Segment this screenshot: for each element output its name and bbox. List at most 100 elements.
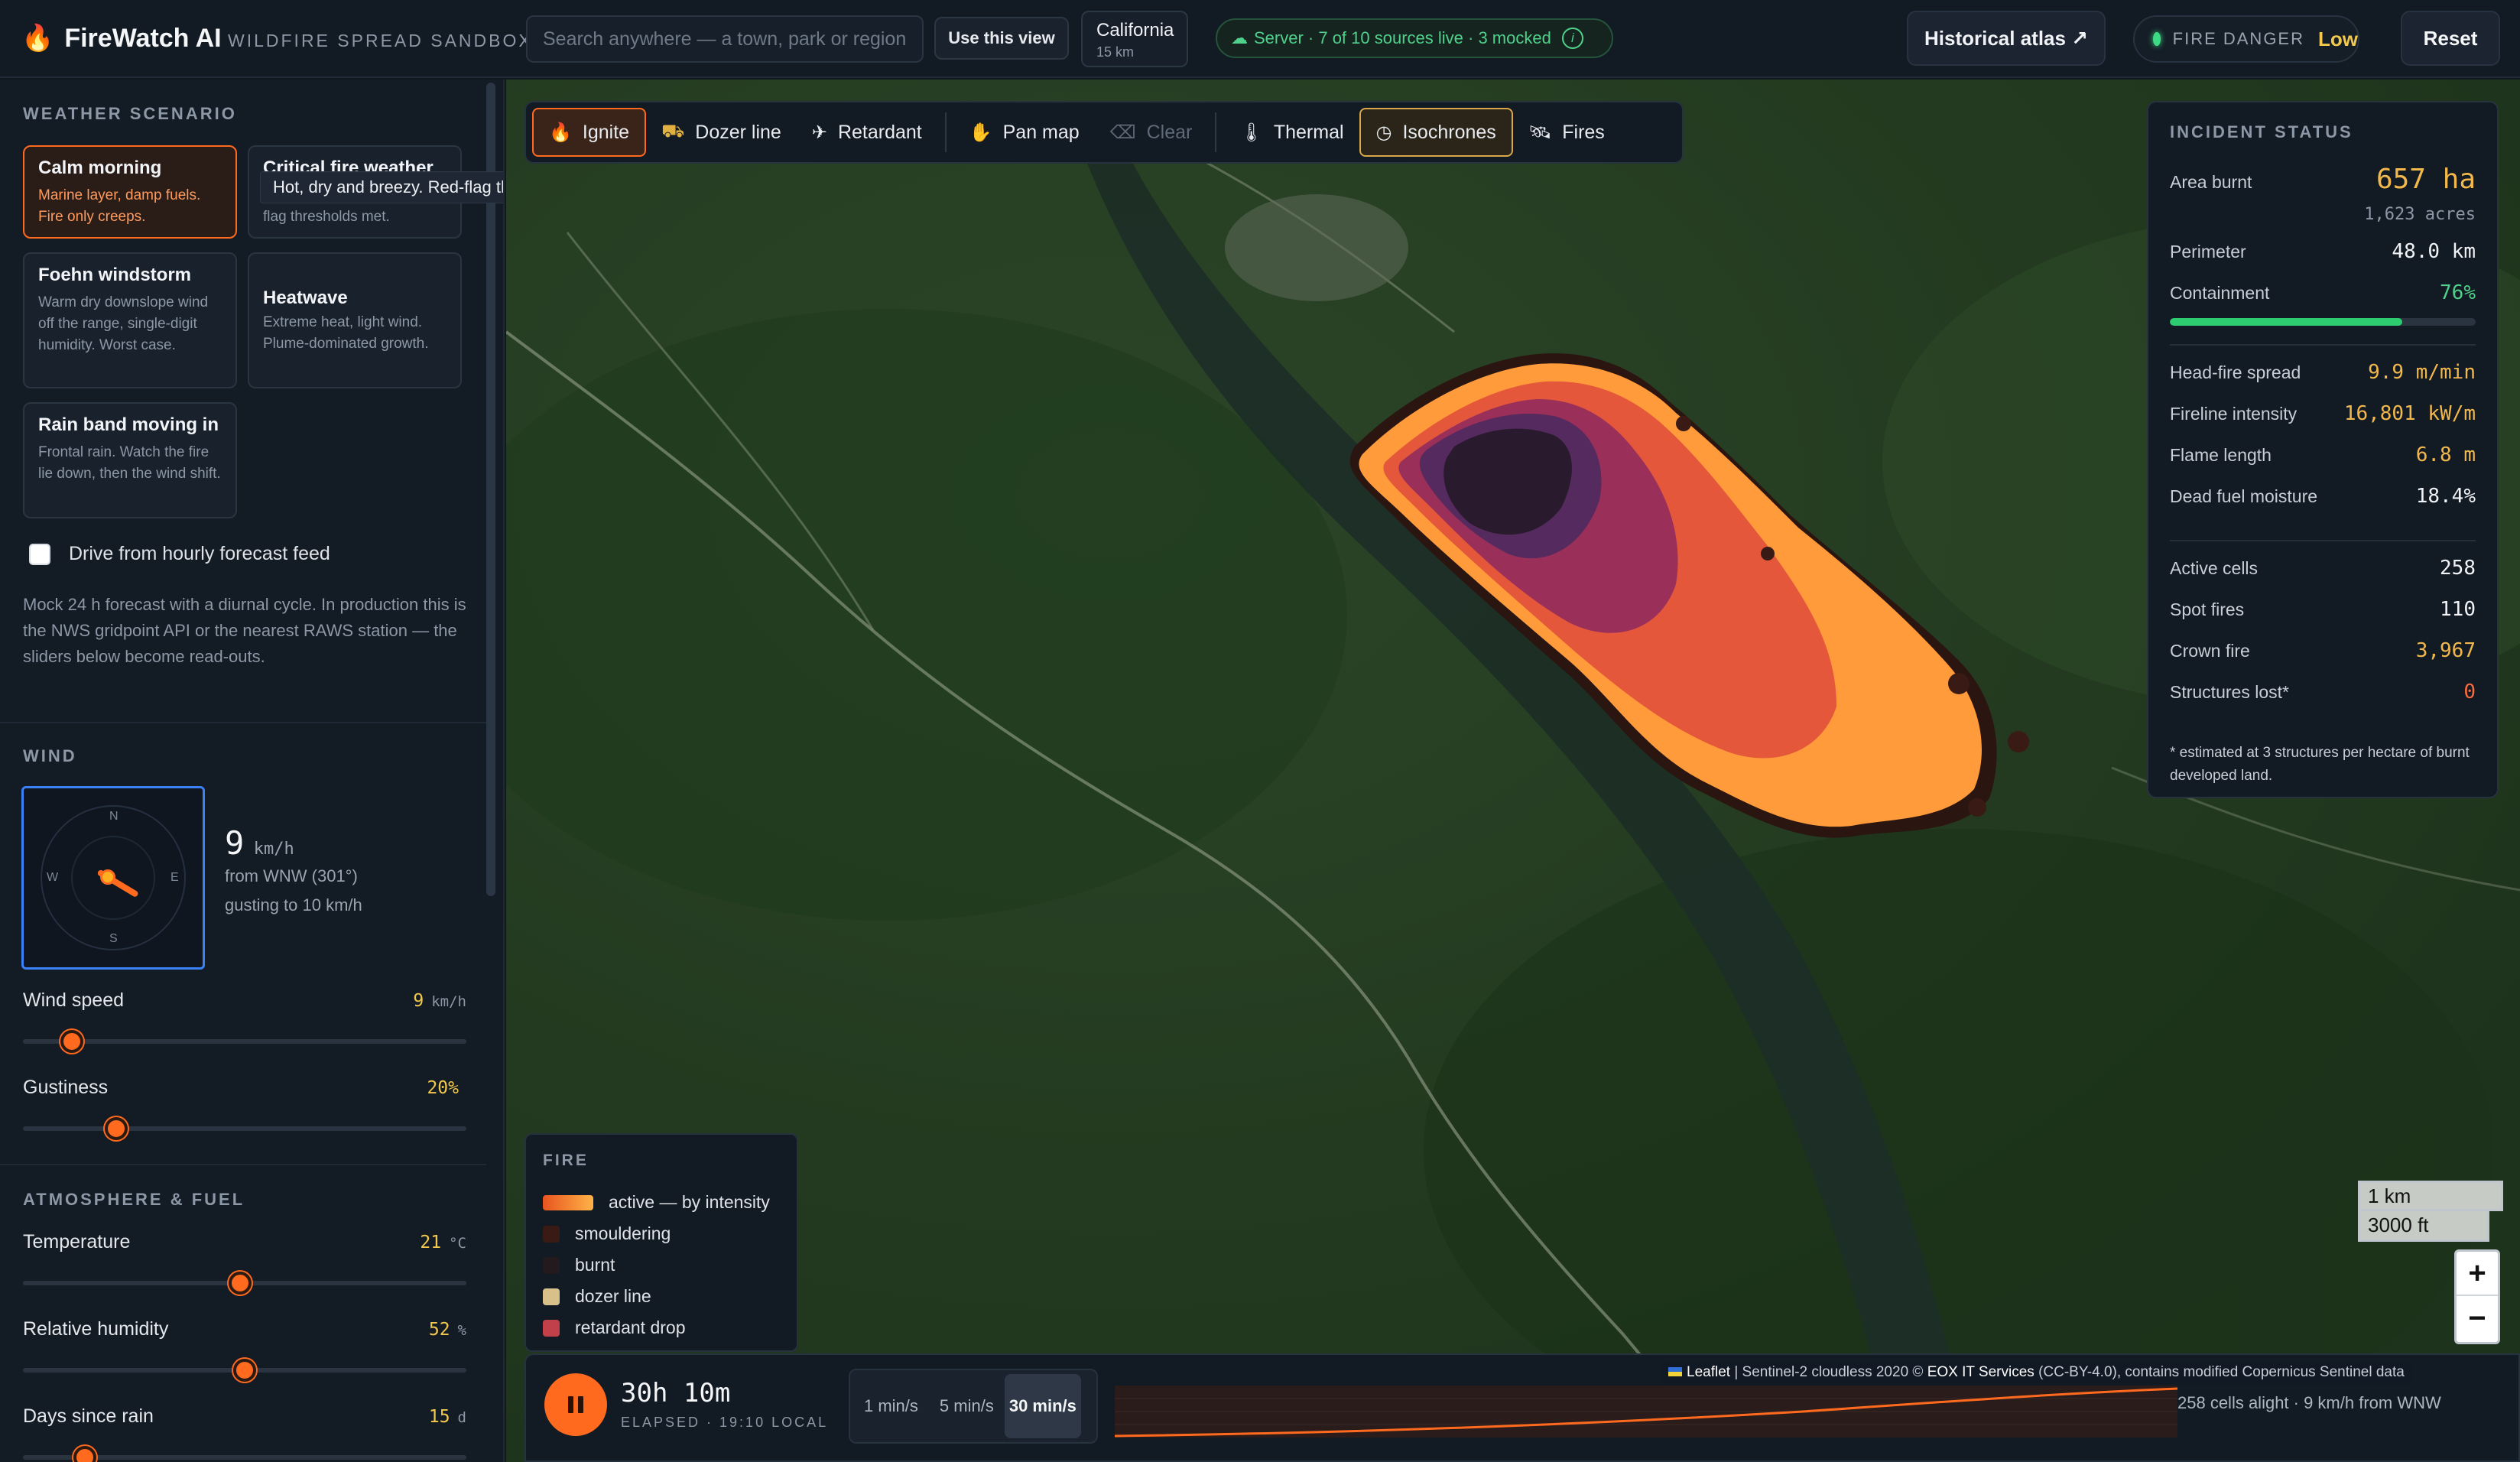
scenario-card-foehn-windstorm[interactable]: Foehn windstorm Warm dry downslope wind … [23, 252, 237, 388]
compass-hub [100, 869, 115, 885]
use-this-view-button[interactable]: Use this view [934, 17, 1069, 60]
timeline-scrubber[interactable] [1115, 1386, 2177, 1438]
slider-track[interactable] [23, 1117, 466, 1140]
reset-button[interactable]: Reset [2401, 11, 2500, 66]
satellite-icon: 🛰 [1528, 122, 1552, 143]
app-subtitle: WILDFIRE SPREAD SANDBOX [228, 31, 533, 50]
slider-temperature: Temperature 21 °C [23, 1231, 466, 1295]
scenario-tooltip: Hot, dry and breezy. Red-flag thresholds… [260, 171, 503, 203]
divider [0, 722, 486, 723]
slider-thumb[interactable] [60, 1030, 83, 1053]
tool-fires[interactable]: 🛰 Fires [1513, 108, 1620, 157]
leaflet-link[interactable]: Leaflet [1687, 1364, 1730, 1380]
stat-crown-fire: Crown fire 3,967 [2170, 639, 2476, 681]
forecast-feed-checkbox[interactable] [29, 543, 50, 565]
legend-swatch [543, 1288, 560, 1305]
elapsed-time: 30h 10m ELAPSED · 19:10 LOCAL [621, 1378, 828, 1431]
tool-label: Clear [1146, 121, 1193, 143]
map-toolbar: 🔥 Ignite ⛟ Dozer line ✈ Retardant ✋ Pan … [524, 101, 1684, 164]
wind-compass[interactable]: N E S W [21, 786, 205, 970]
stat-dead-fuel-moisture: Dead fuel moisture 18.4% [2170, 485, 2476, 526]
stat-value: 6.8 m [2415, 443, 2476, 466]
pause-button[interactable] [544, 1373, 607, 1436]
tool-ignite[interactable]: 🔥 Ignite [532, 108, 647, 157]
stat-value: 657 ha [2375, 164, 2476, 195]
slider-relative-humidity: Relative humidity 52% [23, 1318, 466, 1382]
slider-thumb[interactable] [229, 1272, 252, 1295]
tool-label: Retardant [837, 121, 922, 143]
flame-icon: 🔥 [549, 122, 572, 143]
stat-value: 76% [2440, 281, 2476, 304]
eox-link[interactable]: EOX IT Services [1927, 1364, 2035, 1380]
tool-label: Pan map [1002, 121, 1080, 143]
forecast-feed-toggle[interactable]: Drive from hourly forecast feed [29, 543, 330, 565]
slider-label: Relative humidity [23, 1318, 169, 1340]
region-range: 15 km [1096, 44, 1135, 60]
tool-clear[interactable]: ⌫ Clear [1095, 108, 1208, 157]
scenario-card-rain-band[interactable]: Rain band moving in Frontal rain. Watch … [23, 402, 237, 518]
slider-thumb[interactable] [73, 1446, 97, 1462]
stat-head-fire-spread: Head-fire spread 9.9 m/min [2170, 361, 2476, 402]
slider-label: Days since rain [23, 1405, 154, 1427]
hand-icon: ✋ [969, 122, 992, 143]
tool-pan-map[interactable]: ✋ Pan map [954, 108, 1095, 157]
server-status-text: Server · 7 of 10 sources live · 3 mocked [1254, 28, 1551, 47]
containment-bar [2170, 318, 2476, 326]
historical-atlas-button[interactable]: Historical atlas ↗ [1907, 11, 2106, 66]
legend-item: smouldering [543, 1218, 780, 1249]
slider-wind-speed: Wind speed 9 km/h [23, 989, 466, 1053]
tool-isochrones[interactable]: ◷ Isochrones [1359, 108, 1513, 157]
legend-label: dozer line [575, 1286, 651, 1306]
server-status-pill[interactable]: ☁ Server · 7 of 10 sources live · 3 mock… [1216, 18, 1613, 58]
zoom-out-button[interactable]: − [2457, 1296, 2498, 1340]
slider-unit: °C [449, 1235, 466, 1252]
structures-footnote: * estimated at 3 structures per hectare … [2170, 745, 2470, 784]
top-bar: 🔥 FireWatch AI WILDFIRE SPREAD SANDBOX U… [0, 0, 2520, 78]
elapsed-subtitle: ELAPSED · 19:10 LOCAL [621, 1415, 829, 1430]
legend-title: FIRE [543, 1152, 589, 1169]
scenario-card-heatwave[interactable]: Heatwave Extreme heat, light wind. Plume… [248, 252, 462, 388]
ukraine-flag-icon [1668, 1367, 1682, 1376]
search-input[interactable] [526, 15, 924, 63]
fire-danger-label: FIRE DANGER [2172, 29, 2304, 48]
stat-value: 258 [2440, 557, 2476, 580]
stat-label: Dead fuel moisture [2170, 486, 2318, 506]
slider-track[interactable] [23, 1446, 466, 1462]
zoom-in-button[interactable]: + [2457, 1252, 2498, 1296]
playback-status: 258 cells alight · 9 km/h from WNW [2177, 1393, 2441, 1412]
forecast-note: Mock 24 h forecast with a diurnal cycle.… [23, 595, 466, 666]
stat-label: Spot fires [2170, 599, 2245, 619]
tool-retardant[interactable]: ✈ Retardant [797, 108, 937, 157]
slider-unit: km/h [431, 993, 466, 1010]
tool-dozer-line[interactable]: ⛟ Dozer line [646, 108, 797, 157]
forecast-feed-label: Drive from hourly forecast feed [69, 543, 330, 564]
map-attribution: Leaflet | Sentinel-2 cloudless 2020 © EO… [1661, 1361, 2412, 1384]
compass-south: S [109, 932, 118, 945]
slider-thumb[interactable] [233, 1359, 256, 1382]
tool-thermal[interactable]: 🌡 Thermal [1224, 108, 1359, 157]
scenario-desc: Extreme heat, light wind. Plume-dominate… [263, 314, 429, 352]
region-selector[interactable]: California 15 km [1081, 11, 1188, 67]
slider-value: 20% [427, 1078, 459, 1098]
slider-track[interactable] [23, 1030, 466, 1053]
sidebar-scrollbar[interactable] [486, 83, 495, 896]
flame-icon: 🔥 [21, 24, 54, 53]
elapsed-value: 30h 10m [621, 1378, 731, 1408]
legend-swatch [543, 1319, 560, 1337]
speed-option-5[interactable]: 5 min/s [929, 1396, 1005, 1416]
slider-track[interactable] [23, 1272, 466, 1295]
scenario-card-calm-morning[interactable]: Calm morning Marine layer, damp fuels. F… [23, 145, 237, 239]
speed-option-30[interactable]: 30 min/s [1004, 1374, 1081, 1438]
incident-status-panel: INCIDENT STATUS Area burnt 657 ha 1,623 … [2147, 101, 2499, 798]
incident-status-title: INCIDENT STATUS [2170, 122, 2353, 141]
slider-days-since-rain: Days since rain 15 d [23, 1405, 466, 1462]
map-scale: 1 km 3000 ft [2358, 1181, 2503, 1242]
clock-icon: ◷ [1375, 122, 1392, 143]
info-icon[interactable]: i [1561, 28, 1583, 49]
speed-option-1[interactable]: 1 min/s [853, 1396, 929, 1416]
compass-west: W [47, 871, 59, 884]
slider-track[interactable] [23, 1359, 466, 1382]
scale-km: 1 km [2358, 1181, 2503, 1211]
stat-perimeter: Perimeter 48.0 km [2170, 240, 2476, 281]
slider-thumb[interactable] [104, 1117, 128, 1140]
